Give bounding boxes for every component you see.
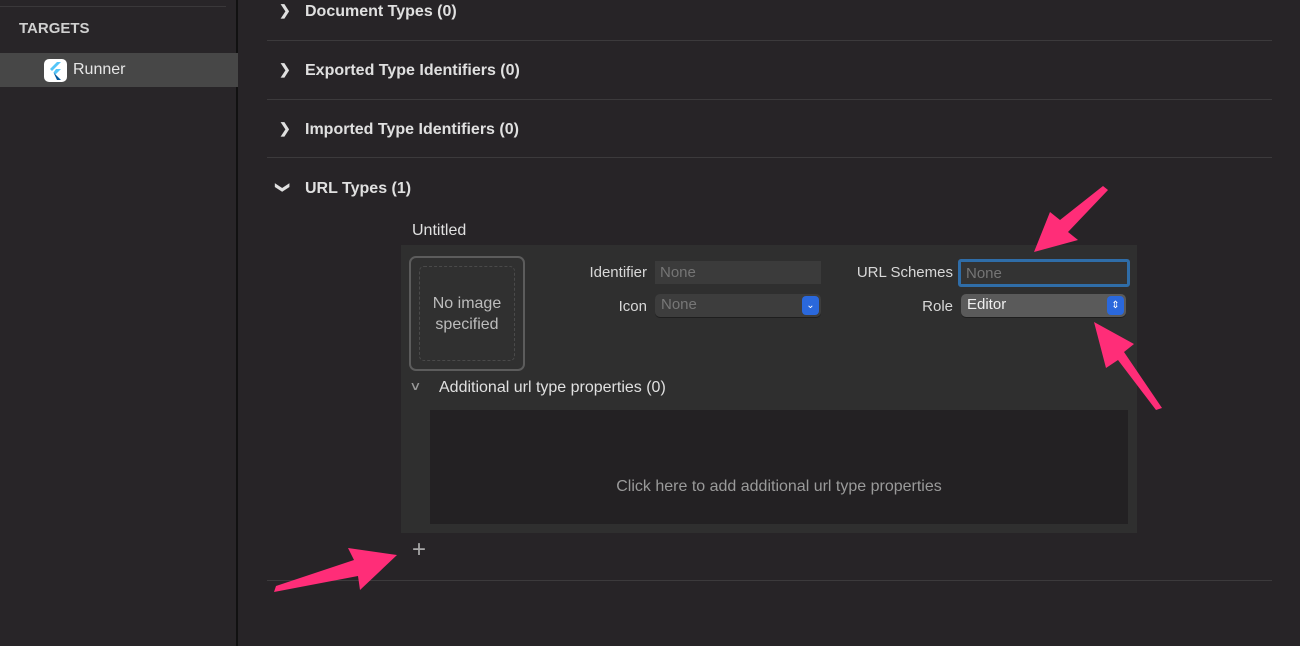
annotation-arrow-role	[1094, 322, 1162, 410]
annotation-arrows	[274, 186, 1162, 592]
annotation-arrow-add	[274, 548, 397, 592]
annotation-arrow-url-schemes	[1034, 186, 1108, 252]
